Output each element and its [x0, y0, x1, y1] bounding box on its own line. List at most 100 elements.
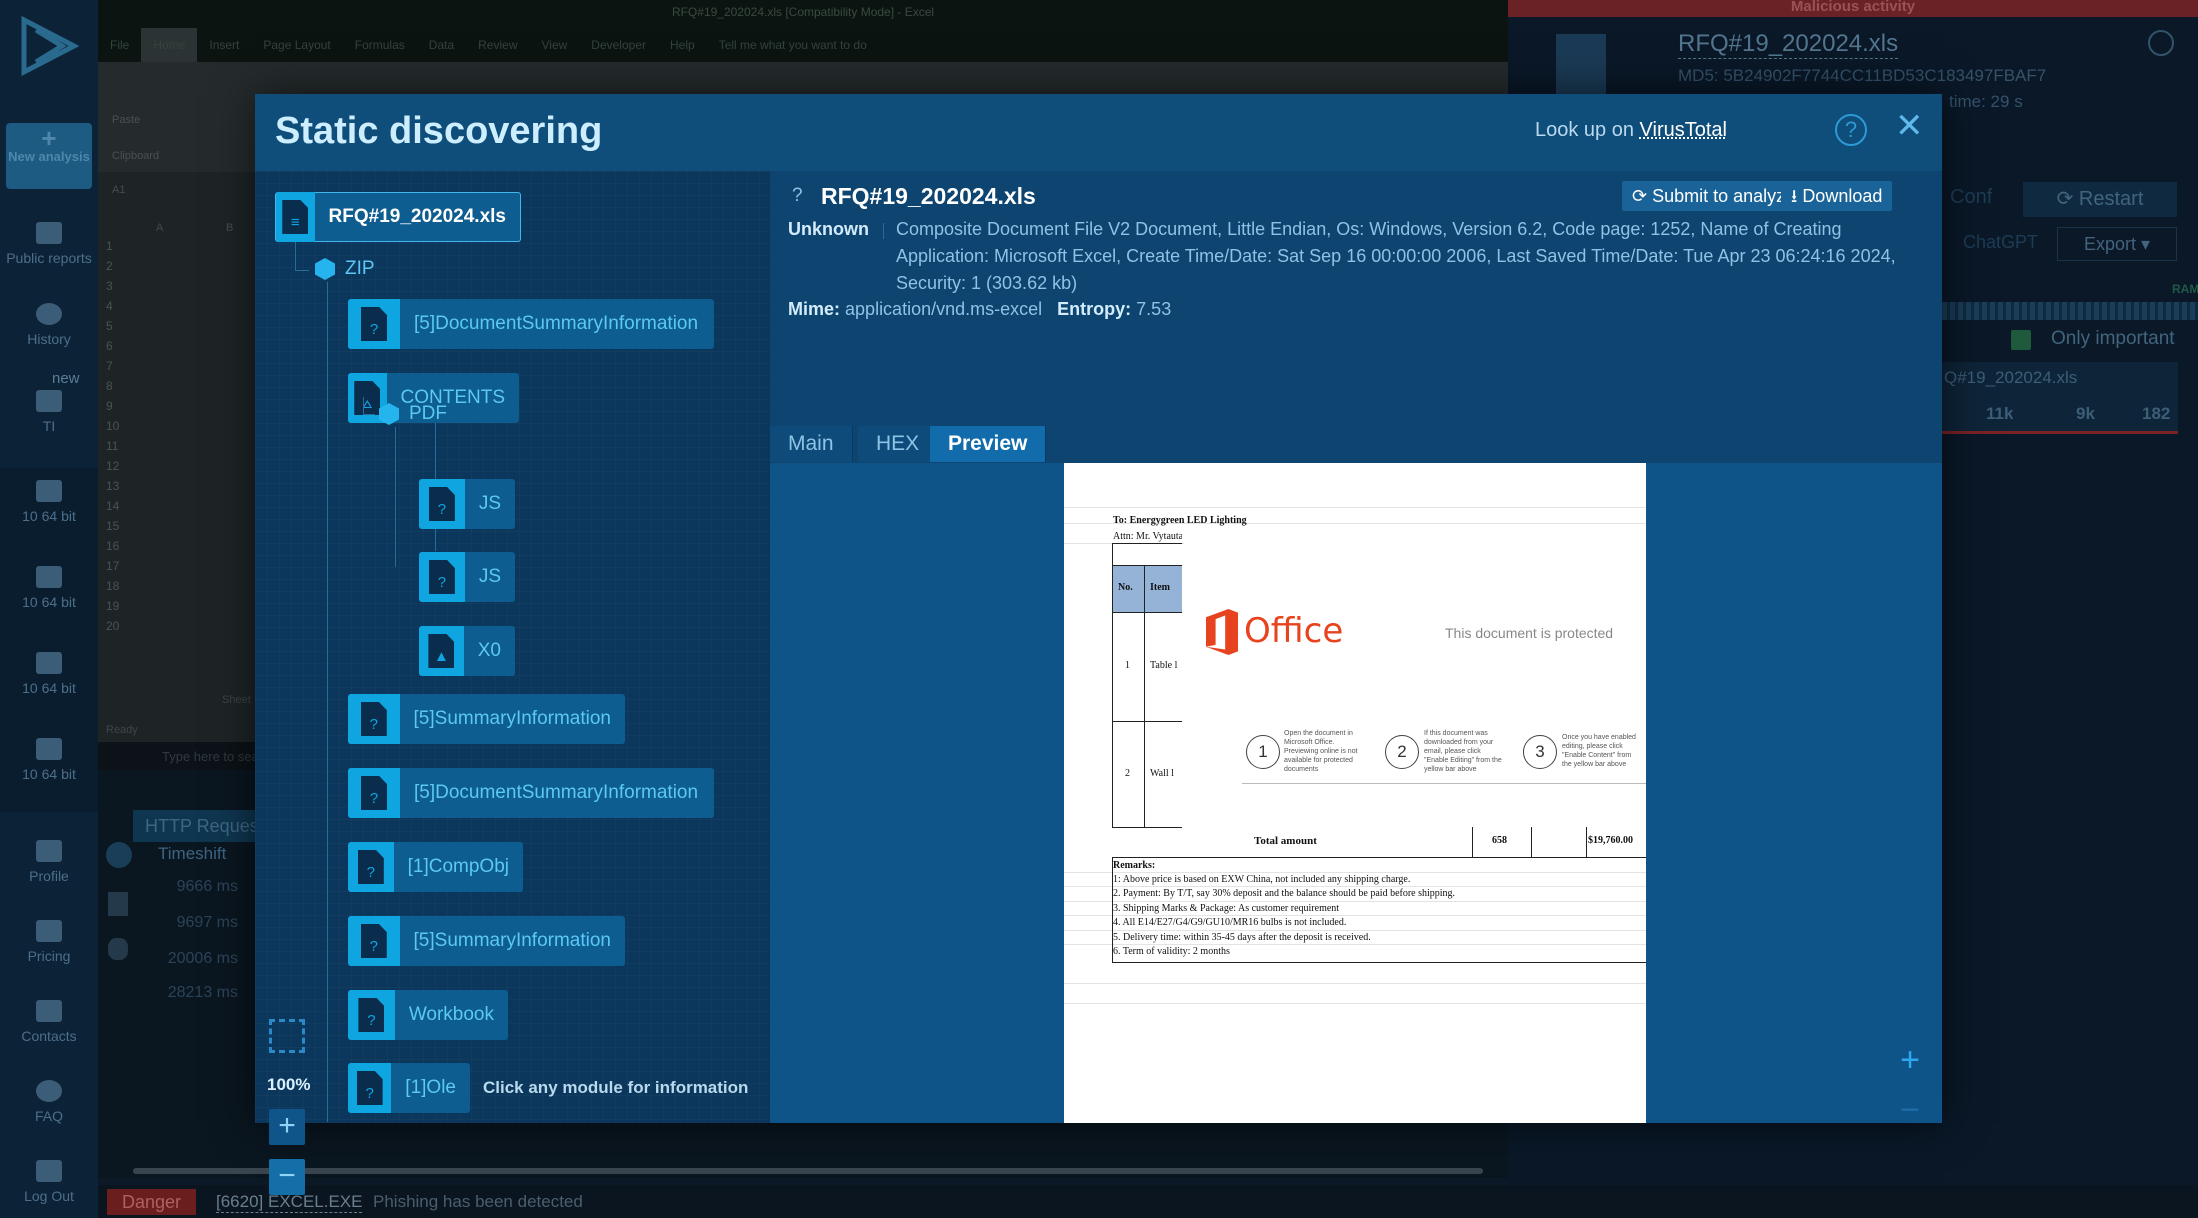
- sidebar-item-public-reports[interactable]: Public reports: [0, 222, 98, 266]
- windows-icon: [1556, 34, 1606, 94]
- total-qty: 658: [1492, 835, 1507, 846]
- export-dropdown[interactable]: Export ▾: [2057, 227, 2177, 261]
- app-logo-icon[interactable]: [18, 16, 80, 76]
- doc-shape: ▲: [428, 634, 455, 668]
- excel-tab[interactable]: Home: [141, 28, 198, 62]
- fullscreen-icon[interactable]: [269, 1019, 305, 1053]
- submit-to-analyze-button[interactable]: ⟳ Submit to analyze: [1622, 181, 1806, 211]
- row-no: 2: [1125, 768, 1130, 779]
- row-number: 6: [106, 339, 113, 353]
- node-label: JS: [478, 493, 501, 514]
- excel-title: RFQ#19_202024.xls [Compatibility Mode] -…: [98, 0, 1508, 28]
- tree-node[interactable]: ? [1]CompObj: [348, 842, 523, 892]
- sidebar-item-profile[interactable]: Profile: [0, 840, 98, 884]
- sidebar-item-pricing[interactable]: Pricing: [0, 920, 98, 964]
- step-number: 1: [1246, 735, 1280, 769]
- entropy-value: 7.53: [1136, 299, 1172, 319]
- gridline: [1064, 915, 1646, 916]
- sidebar-item-faq[interactable]: FAQ: [0, 1080, 98, 1124]
- virustotal-link[interactable]: VirusTotal: [1640, 119, 1727, 141]
- preview-zoom-in-button[interactable]: +: [1892, 1043, 1928, 1079]
- total-label: Total amount: [1254, 835, 1317, 847]
- tree-node[interactable]: ? [5]SummaryInformation: [348, 694, 625, 744]
- share-icon[interactable]: [2148, 30, 2174, 56]
- excel-tab[interactable]: Help: [658, 28, 707, 62]
- sidebar-item-ti[interactable]: new TI: [0, 370, 98, 434]
- excel-tab[interactable]: Insert: [197, 28, 251, 62]
- tree-node[interactable]: ? JS: [419, 552, 515, 602]
- excel-tab[interactable]: View: [530, 28, 580, 62]
- tree-node[interactable]: ? [5]DocumentSummaryInformation: [348, 299, 714, 349]
- office-logo-icon: [1206, 609, 1238, 655]
- tree-node[interactable]: ? [5]DocumentSummaryInformation: [348, 768, 714, 818]
- excel-tab[interactable]: Developer: [579, 28, 658, 62]
- tab-hex[interactable]: HEX: [858, 426, 939, 462]
- tree-node[interactable]: ? JS: [419, 479, 515, 529]
- restart-button[interactable]: ⟳ Restart: [2023, 182, 2177, 217]
- tree-node[interactable]: ? Workbook: [348, 990, 508, 1040]
- report-icon: [36, 222, 62, 244]
- node-label: PDF: [409, 403, 447, 424]
- node-label: ZIP: [345, 258, 375, 279]
- excel-tab[interactable]: Data: [417, 28, 466, 62]
- help-icon[interactable]: ?: [1835, 114, 1867, 146]
- sidebar-item-vm-1[interactable]: 10 64 bit: [0, 468, 98, 554]
- tree-node[interactable]: ? [5]SummaryInformation: [348, 916, 625, 966]
- bug-icon[interactable]: [108, 938, 128, 960]
- download-button[interactable]: ⭳ Download: [1781, 181, 1893, 211]
- excel-tab[interactable]: Page Layout: [251, 28, 342, 62]
- windows-icon: [36, 738, 62, 760]
- paste-button[interactable]: Paste: [112, 114, 140, 126]
- globe-icon[interactable]: [106, 842, 132, 868]
- tree-node[interactable]: ▲ X0: [419, 626, 515, 676]
- tree-zoom-in-button[interactable]: +: [269, 1109, 305, 1145]
- timeshift-value: 20006 ms: [167, 950, 238, 967]
- sidebar-item-vm-3[interactable]: 10 64 bit: [0, 640, 98, 726]
- tab-main[interactable]: Main: [770, 426, 853, 462]
- excel-tab[interactable]: Formulas: [343, 28, 417, 62]
- mime-value: application/vnd.ms-excel: [845, 299, 1043, 319]
- horizontal-scrollbar[interactable]: [133, 1168, 1483, 1174]
- sheet-tab[interactable]: Sheet: [222, 694, 251, 706]
- close-icon[interactable]: ✕: [1895, 106, 1924, 146]
- unknown-file-icon: ?: [348, 694, 400, 744]
- conf-button[interactable]: Conf: [1950, 186, 1992, 209]
- file-icon[interactable]: [108, 892, 128, 916]
- excel-tab[interactable]: File: [98, 28, 141, 62]
- node-label: [5]SummaryInformation: [413, 708, 611, 729]
- remarks-title: Remarks:: [1113, 860, 1156, 871]
- sidebar-item-log-out[interactable]: Log Out: [0, 1160, 98, 1204]
- only-important-checkbox[interactable]: [2011, 330, 2031, 350]
- excel-tell-me[interactable]: Tell me what you want to do: [707, 28, 879, 62]
- tree-node-root[interactable]: ≡ RFQ#19_202024.xls: [275, 192, 521, 242]
- windows-icon: [36, 566, 62, 588]
- new-analysis-button[interactable]: + New analysis: [6, 123, 92, 189]
- process-row[interactable]: Q#19_202024.xls 11k 9k 182: [1942, 362, 2178, 434]
- sidebar-item-vm-2[interactable]: 10 64 bit: [0, 554, 98, 640]
- chatgpt-button[interactable]: ChatGPT: [1963, 232, 2038, 253]
- name-box[interactable]: A1: [112, 184, 125, 196]
- row-number: 2: [106, 259, 113, 273]
- task-filename[interactable]: RFQ#19_202024.xls: [1678, 30, 1899, 59]
- download-label: Download: [1802, 186, 1883, 206]
- sidebar-item-vm-4[interactable]: 10 64 bit: [0, 726, 98, 812]
- tree-node-zip[interactable]: ZIP: [315, 258, 375, 280]
- sidebar-item-history[interactable]: History: [0, 303, 98, 347]
- status-bar: Danger [6620] EXCEL.EXE Phishing has bee…: [98, 1185, 2198, 1218]
- doc-shape: ?: [358, 998, 385, 1032]
- office-logo-text: Office: [1244, 611, 1344, 651]
- restart-label: Restart: [2078, 188, 2144, 210]
- question-icon: [36, 1080, 62, 1102]
- doc-shape: ?: [361, 307, 387, 341]
- tree-node[interactable]: ? [1]Ole: [348, 1063, 470, 1113]
- excel-tab[interactable]: Review: [466, 28, 529, 62]
- process-link[interactable]: [6620] EXCEL.EXE: [216, 1192, 363, 1213]
- main-sidebar: + New analysis Public reports History ne…: [0, 0, 98, 1218]
- tree-zoom-out-button[interactable]: −: [269, 1159, 305, 1195]
- preview-zoom-out-button[interactable]: −: [1892, 1093, 1928, 1129]
- sidebar-item-contacts[interactable]: Contacts: [0, 1000, 98, 1044]
- task-md5: MD5: 5B24902F7744CC11BD53C183497FBAF7: [1678, 66, 2047, 85]
- only-important-label: Only important: [2051, 328, 2175, 349]
- tab-preview[interactable]: Preview: [930, 426, 1047, 462]
- tree-node-pdf[interactable]: PDF: [379, 403, 447, 425]
